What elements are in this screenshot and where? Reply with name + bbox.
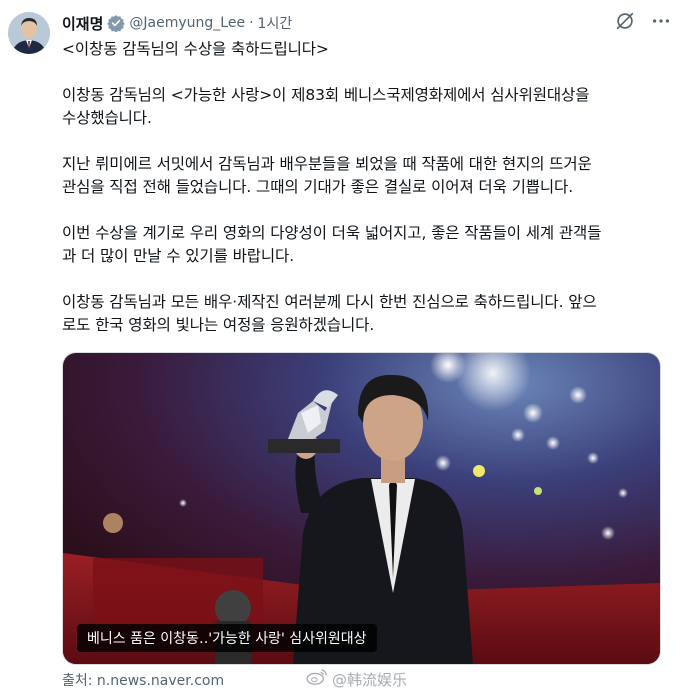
weibo-logo-icon (306, 668, 328, 690)
post-paragraph: 이번 수상을 계기로 우리 영화의 다양성이 더욱 넓어지고, 좋은 작품들이 … (62, 224, 602, 265)
source-link[interactable]: 출처: n.news.naver.com (62, 670, 224, 690)
post-paragraph: 이창동 감독님의 <가능한 사랑>이 제83회 베니스국제영화제에서 심사위원대… (62, 86, 590, 127)
post-actions-top (614, 10, 672, 32)
photo-scene (63, 353, 660, 664)
avatar[interactable] (8, 12, 50, 54)
post-paragraph: <이창동 감독님의 수상을 축하드립니다> (62, 40, 329, 58)
post-text: <이창동 감독님의 수상을 축하드립니다> 이창동 감독님의 <가능한 사랑>이… (62, 38, 662, 360)
photo-caption: 베니스 품은 이창동‥'가능한 사랑' 심사위원대상 (77, 624, 377, 652)
post-photo[interactable]: 베니스 품은 이창동‥'가능한 사랑' 심사위원대상 (62, 352, 661, 665)
post-time[interactable]: 1시간 (258, 13, 293, 33)
post-paragraph: 이창동 감독님과 모든 배우·제작진 여러분께 다시 한번 진심으로 축하드립니… (62, 293, 597, 334)
author-handle[interactable]: @Jaemyung_Lee (129, 15, 245, 31)
grok-icon[interactable] (614, 10, 636, 32)
more-options-icon[interactable] (650, 10, 672, 32)
watermark-text: @韩流娱乐 (332, 670, 408, 689)
separator-dot: · (249, 15, 254, 31)
post-paragraph: 지난 뤼미에르 서밋에서 감독님과 배우분들을 뵈었을 때 작품에 대한 현지의… (62, 155, 592, 196)
watermark: @韩流娱乐 (306, 668, 407, 690)
verified-badge-icon (107, 14, 126, 33)
author-name[interactable]: 이재명 (62, 13, 103, 34)
post-header: 이재명 @Jaemyung_Lee · 1시간 (62, 12, 292, 34)
